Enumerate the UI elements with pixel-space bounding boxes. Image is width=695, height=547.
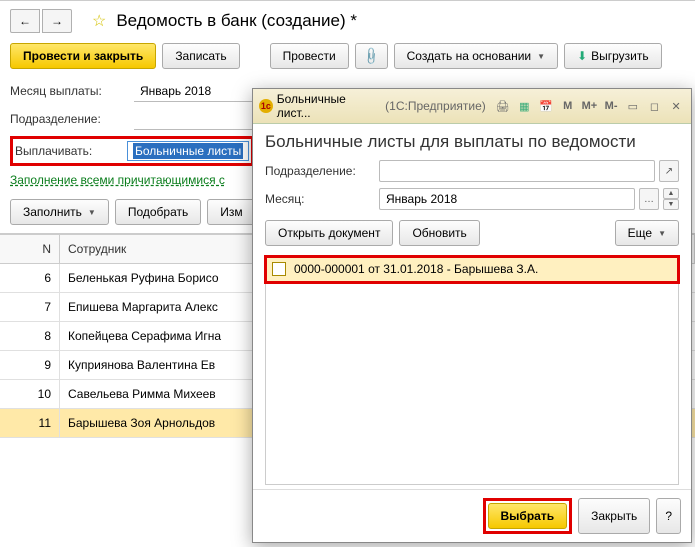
modal-heading: Больничные листы для выплаты по ведомост… xyxy=(265,132,679,152)
open-doc-button[interactable]: Открыть документ xyxy=(265,220,393,246)
fill-button[interactable]: Заполнить ▼ xyxy=(10,199,109,225)
cell-n: 9 xyxy=(0,351,60,379)
cell-n: 6 xyxy=(0,264,60,292)
fill-all-link[interactable]: Заполнение всеми причитающимися с xyxy=(10,173,225,187)
list-item[interactable]: 0000-000001 от 31.01.2018 - Барышева З.А… xyxy=(266,257,678,282)
month-value: Январь 2018 xyxy=(140,84,211,98)
list-item-label: 0000-000001 от 31.01.2018 - Барышева З.А… xyxy=(294,262,538,276)
document-list: 0000-000001 от 31.01.2018 - Барышева З.А… xyxy=(265,256,679,485)
page-title: Ведомость в банк (создание) * xyxy=(116,11,357,31)
maximize-icon[interactable]: ◻ xyxy=(646,98,664,114)
modal-dept-field[interactable] xyxy=(379,160,655,182)
post-button[interactable]: Провести xyxy=(270,43,349,69)
cell-n: 8 xyxy=(0,322,60,350)
modal-month-field[interactable]: Январь 2018 xyxy=(379,188,635,210)
close-icon[interactable]: ✕ xyxy=(667,98,685,114)
export-label: Выгрузить xyxy=(591,49,649,63)
cell-n: 11 xyxy=(0,409,60,437)
m-button[interactable]: M xyxy=(559,98,577,114)
cell-n: 7 xyxy=(0,293,60,321)
checkbox[interactable] xyxy=(272,262,286,276)
paperclip-icon: 📎 xyxy=(361,46,381,66)
m-plus-button[interactable]: M+ xyxy=(581,98,599,114)
spin-down-icon[interactable]: ▼ xyxy=(663,199,679,210)
cell-n: 10 xyxy=(0,380,60,408)
create-based-label: Создать на основании xyxy=(407,49,532,63)
app-icon: 1c xyxy=(259,99,273,113)
minimize-icon[interactable]: ▭ xyxy=(624,98,642,114)
chevron-down-icon: ▼ xyxy=(537,52,545,61)
open-ref-icon[interactable]: ↗ xyxy=(659,160,679,182)
refresh-button[interactable]: Обновить xyxy=(399,220,479,246)
chevron-down-icon: ▼ xyxy=(658,229,666,238)
favorite-icon[interactable]: ☆ xyxy=(92,11,106,31)
select-highlight: Выбрать xyxy=(483,498,573,534)
m-minus-button[interactable]: M- xyxy=(602,98,620,114)
save-button[interactable]: Записать xyxy=(162,43,239,69)
help-button[interactable]: ? xyxy=(656,498,681,534)
export-button[interactable]: ⬇ Выгрузить xyxy=(564,43,662,69)
pay-value: Больничные листы xyxy=(133,143,243,159)
back-button[interactable]: ← xyxy=(10,9,40,33)
forward-button[interactable]: → xyxy=(42,9,72,33)
pick-button[interactable]: Подобрать xyxy=(115,199,201,225)
pay-label: Выплачивать: xyxy=(15,144,127,158)
submit-close-button[interactable]: Провести и закрыть xyxy=(10,43,156,69)
modal-month-value: Январь 2018 xyxy=(386,192,457,206)
edit-button[interactable]: Изм xyxy=(207,199,255,225)
spin-up-icon[interactable]: ▲ xyxy=(663,188,679,199)
export-icon: ⬇ xyxy=(577,49,587,63)
col-header-n[interactable]: N xyxy=(0,235,60,263)
create-based-button[interactable]: Создать на основании ▼ xyxy=(394,43,558,69)
sick-leave-modal: 1c Больничные лист... (1С:Предприятие) 🖨… xyxy=(252,88,692,543)
fill-label: Заполнить xyxy=(23,205,82,219)
calendar-icon[interactable]: 📅 xyxy=(537,98,555,114)
print-icon[interactable]: 🖨 xyxy=(494,98,512,114)
pay-highlight: Выплачивать: Больничные листы xyxy=(10,136,254,166)
dept-label: Подразделение: xyxy=(10,112,128,126)
modal-window-subtitle: (1С:Предприятие) xyxy=(385,99,486,113)
pay-field[interactable]: Больничные листы xyxy=(127,141,249,161)
modal-month-label: Месяц: xyxy=(265,192,375,206)
ellipsis-button[interactable]: … xyxy=(639,188,659,210)
modal-window-title: Больничные лист... xyxy=(277,92,381,120)
close-button[interactable]: Закрыть xyxy=(578,498,650,534)
attach-button[interactable]: 📎 xyxy=(355,43,388,69)
more-button[interactable]: Еще ▼ xyxy=(615,220,679,246)
calc-icon[interactable]: ▦ xyxy=(515,98,533,114)
modal-dept-label: Подразделение: xyxy=(265,164,375,178)
chevron-down-icon: ▼ xyxy=(88,208,96,217)
month-label: Месяц выплаты: xyxy=(10,84,128,98)
select-button[interactable]: Выбрать xyxy=(488,503,568,529)
more-label: Еще xyxy=(628,226,652,240)
